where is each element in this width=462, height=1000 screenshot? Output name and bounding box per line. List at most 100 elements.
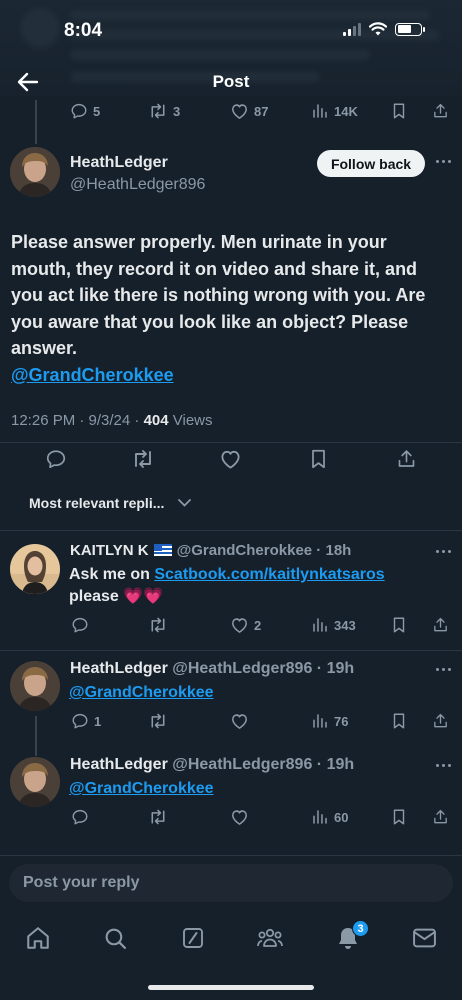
main-bookmark-button[interactable]: [309, 448, 328, 470]
repost-button[interactable]: [148, 616, 168, 634]
reply-text-suffix: please: [69, 588, 119, 605]
views-button[interactable]: 60: [311, 808, 348, 826]
reply-icon: [72, 809, 88, 825]
tab-search[interactable]: [101, 924, 129, 952]
thread-connector: [35, 100, 37, 144]
share-icon: [434, 713, 447, 728]
reply-age: 19h: [326, 660, 355, 677]
like-button[interactable]: 2: [230, 616, 261, 634]
bookmark-icon: [393, 103, 405, 119]
share-button[interactable]: [432, 808, 449, 826]
external-link[interactable]: Scatbook.com/kaitlynkatsaros: [154, 566, 384, 583]
like-count: 2: [254, 617, 262, 633]
repost-button[interactable]: [148, 808, 168, 826]
tab-messages[interactable]: [410, 924, 438, 952]
reply-input[interactable]: Post your reply: [9, 864, 453, 902]
tab-home[interactable]: [24, 924, 52, 952]
bookmark-button[interactable]: [391, 616, 407, 634]
share-icon: [434, 617, 447, 632]
reply-age: 18h: [325, 542, 352, 559]
mention-link[interactable]: @GrandCherokkee: [69, 780, 214, 797]
mention-link[interactable]: @GrandCherokkee: [11, 365, 174, 385]
tweet-timestamp: 12:26 PM · 9/3/24 ·: [11, 412, 144, 429]
share-button[interactable]: [432, 712, 449, 730]
handle[interactable]: @HeathLedger896: [172, 660, 312, 677]
reply-header: HeathLedger @HeathLedger896 · 19h: [70, 660, 355, 677]
tweet-text-body: Please answer properly. Men urinate in y…: [11, 232, 426, 358]
main-reply-button[interactable]: [45, 448, 67, 470]
messages-icon: [412, 928, 436, 948]
reply-header: KAITLYN K @GrandCherokkee · 18h: [70, 542, 352, 559]
home-icon: [27, 927, 49, 949]
reply-text: Ask me on Scatbook.com/kaitlynkatsaros p…: [69, 564, 385, 608]
like-button[interactable]: 87: [230, 102, 268, 120]
avatar[interactable]: [10, 544, 60, 594]
divider: [0, 650, 462, 651]
sort-label: Most relevant repli...: [29, 495, 165, 511]
display-name[interactable]: HeathLedger: [70, 756, 168, 773]
search-icon: [105, 928, 126, 949]
reply-icon: [71, 103, 87, 119]
handle[interactable]: @HeathLedger896: [70, 176, 205, 194]
display-name[interactable]: HeathLedger: [70, 660, 168, 677]
views-button[interactable]: 14K: [311, 102, 358, 120]
repost-button[interactable]: [148, 712, 168, 730]
more-options-icon[interactable]: [436, 550, 451, 553]
reply-button[interactable]: 1: [71, 712, 101, 730]
more-options-icon[interactable]: [436, 668, 451, 671]
cellular-signal-icon: [343, 22, 361, 36]
reply-button[interactable]: 5: [70, 102, 100, 120]
reply-placeholder: Post your reply: [23, 874, 140, 891]
tab-communities[interactable]: [256, 924, 284, 952]
like-count: 87: [254, 103, 269, 119]
mention-link[interactable]: @GrandCherokkee: [69, 684, 214, 701]
reply-header: HeathLedger @HeathLedger896 · 19h: [70, 756, 355, 773]
repost-icon: [151, 103, 165, 119]
views-count: 14K: [334, 103, 358, 119]
post-screen: 8:04 Post 5 3 87 14K HeathLedger @HeathL…: [0, 0, 462, 1000]
repost-button[interactable]: 3: [148, 102, 180, 120]
main-share-button[interactable]: [396, 448, 417, 470]
heart-icon: [232, 714, 247, 729]
top-header: Post: [0, 60, 462, 104]
handle[interactable]: @HeathLedger896: [172, 756, 312, 773]
bookmark-button[interactable]: [391, 808, 407, 826]
main-repost-button[interactable]: [131, 448, 155, 470]
bookmark-button[interactable]: [391, 712, 407, 730]
reply-age: 19h: [326, 756, 355, 773]
avatar[interactable]: [10, 661, 60, 711]
heart-icon: [232, 810, 247, 825]
share-button[interactable]: [432, 102, 449, 120]
avatar[interactable]: [10, 147, 60, 197]
main-like-button[interactable]: [219, 448, 242, 470]
reply-text: @GrandCherokkee: [69, 778, 214, 800]
like-button[interactable]: [230, 712, 249, 730]
reply-button[interactable]: [71, 616, 89, 634]
bookmark-button[interactable]: [391, 102, 407, 120]
communities-icon: [257, 928, 283, 947]
home-indicator[interactable]: [148, 985, 314, 990]
views-count: 343: [334, 617, 356, 633]
heart-emoji: 💗💗: [123, 588, 164, 605]
sort-replies-dropdown[interactable]: Most relevant repli...: [29, 495, 192, 511]
views-count: 76: [334, 713, 349, 729]
avatar[interactable]: [10, 757, 60, 807]
display-name[interactable]: HeathLedger: [70, 154, 168, 172]
display-name[interactable]: KAITLYN K: [70, 542, 149, 559]
views-button[interactable]: 343: [311, 616, 356, 634]
tweet-text: Please answer properly. Men urinate in y…: [11, 229, 451, 388]
views-button[interactable]: 76: [311, 712, 348, 730]
repost-count: 3: [173, 103, 181, 119]
more-options-icon[interactable]: [436, 160, 451, 163]
greece-flag-icon: [153, 544, 172, 556]
share-icon: [398, 450, 415, 467]
tweet-view-count: 404: [143, 412, 169, 429]
handle[interactable]: @GrandCherokkee: [177, 542, 313, 559]
share-button[interactable]: [432, 616, 449, 634]
tab-grok[interactable]: [179, 924, 207, 952]
follow-back-button[interactable]: Follow back: [317, 150, 425, 177]
like-button[interactable]: [230, 808, 249, 826]
share-icon: [434, 809, 447, 824]
more-options-icon[interactable]: [436, 764, 451, 767]
reply-button[interactable]: [71, 808, 89, 826]
